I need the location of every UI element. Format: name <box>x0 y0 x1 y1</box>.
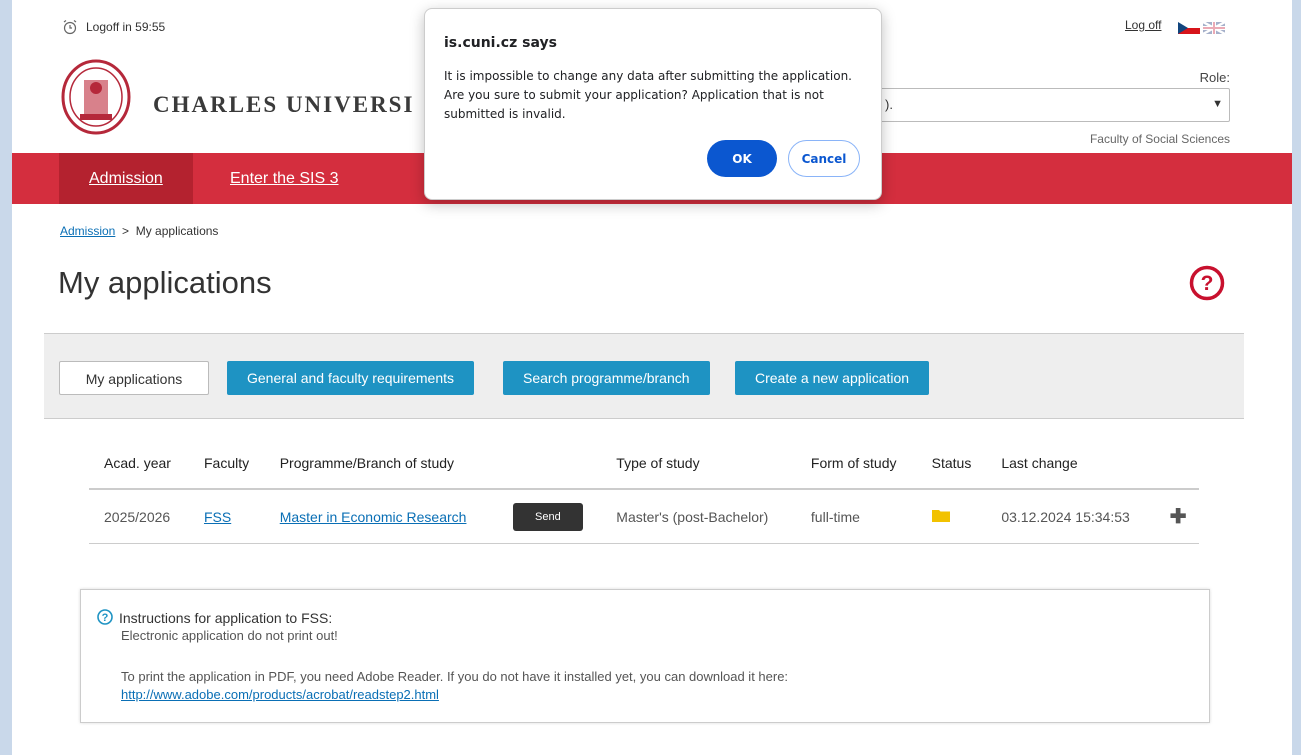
logoff-timer: Logoff in 59:55 <box>62 19 165 35</box>
nav-item-enter-sis3[interactable]: Enter the SIS 3 <box>200 153 369 204</box>
confirm-dialog: is.cuni.cz says It is impossible to chan… <box>424 8 882 200</box>
folder-icon <box>931 510 950 522</box>
breadcrumb-current: My applications <box>135 224 219 238</box>
table-header-row: Acad. year Faculty Programme/Branch of s… <box>89 438 1199 490</box>
tab-bar: My applications General and faculty requ… <box>44 333 1244 419</box>
dialog-title: is.cuni.cz says <box>444 35 557 51</box>
col-faculty: Faculty <box>188 438 265 490</box>
help-icon[interactable]: ? <box>1189 265 1225 301</box>
tab-search-programme[interactable]: Search programme/branch <box>503 361 710 395</box>
plus-icon[interactable]: ✚ <box>1170 506 1187 528</box>
cz-flag-icon[interactable] <box>1178 22 1200 34</box>
col-type: Type of study <box>601 438 796 490</box>
cell-faculty: FSS <box>188 489 265 544</box>
logoff-link[interactable]: Log off <box>1125 18 1161 32</box>
tab-create-application[interactable]: Create a new application <box>735 361 930 395</box>
tab-requirements[interactable]: General and faculty requirements <box>227 361 474 395</box>
table-row: 2025/2026 FSS Master in Economic Researc… <box>89 489 1199 544</box>
col-acad-year: Acad. year <box>89 438 189 490</box>
col-action <box>497 438 602 490</box>
cell-last-change: 03.12.2024 15:34:53 <box>986 489 1155 544</box>
instructions-line1: Electronic application do not print out! <box>121 628 338 643</box>
col-expand <box>1154 438 1199 490</box>
instructions-line2: To print the application in PDF, you nee… <box>121 669 789 684</box>
page-title: My applications <box>58 265 272 300</box>
tab-my-applications[interactable]: My applications <box>59 361 209 395</box>
col-status: Status <box>916 438 987 490</box>
faculty-link[interactable]: FSS <box>204 509 231 525</box>
col-form: Form of study <box>795 438 917 490</box>
svg-text:?: ? <box>1201 272 1214 295</box>
svg-text:?: ? <box>102 612 109 624</box>
logoff-timer-text: Logoff in 59:55 <box>86 20 166 34</box>
nav-item-admission[interactable]: Admission <box>59 153 193 204</box>
programme-link[interactable]: Master in Economic Research <box>280 509 467 525</box>
breadcrumb-separator: > <box>122 224 130 238</box>
col-last-change: Last change <box>986 438 1155 490</box>
breadcrumb-admission-link[interactable]: Admission <box>60 224 115 238</box>
role-label: Role: <box>1199 70 1230 85</box>
cell-status <box>916 489 987 544</box>
cancel-button[interactable]: Cancel <box>788 140 860 177</box>
cell-expand: ✚ <box>1154 489 1199 544</box>
role-select-value: ). <box>885 97 893 112</box>
send-button[interactable]: Send <box>512 502 583 531</box>
breadcrumb: Admission > My applications <box>60 224 218 238</box>
uk-flag-icon[interactable] <box>1203 22 1225 34</box>
ok-button[interactable]: OK <box>707 140 777 177</box>
instructions-panel: ? Instructions for application to FSS: E… <box>80 589 1210 723</box>
dialog-message: It is impossible to change any data afte… <box>444 69 852 121</box>
cell-type: Master's (post-Bachelor) <box>601 489 796 544</box>
university-name: CHARLES UNIVERSI <box>153 92 415 117</box>
help-icon: ? <box>97 609 113 625</box>
applications-table: Acad. year Faculty Programme/Branch of s… <box>89 438 1199 544</box>
alarm-clock-icon <box>63 20 77 35</box>
col-programme: Programme/Branch of study <box>264 438 498 490</box>
university-seal-logo <box>61 59 131 135</box>
cell-year: 2025/2026 <box>89 489 189 544</box>
cell-programme: Master in Economic Research <box>264 489 498 544</box>
cell-action: Send <box>497 489 602 544</box>
role-select[interactable]: ). ▼ <box>878 88 1230 122</box>
adobe-reader-link[interactable]: http://www.adobe.com/products/acrobat/re… <box>121 687 439 702</box>
faculty-label: Faculty of Social Sciences <box>1089 132 1230 146</box>
instructions-title: Instructions for application to FSS: <box>119 610 333 626</box>
chevron-down-icon: ▼ <box>1212 98 1223 110</box>
cell-form: full-time <box>795 489 917 544</box>
